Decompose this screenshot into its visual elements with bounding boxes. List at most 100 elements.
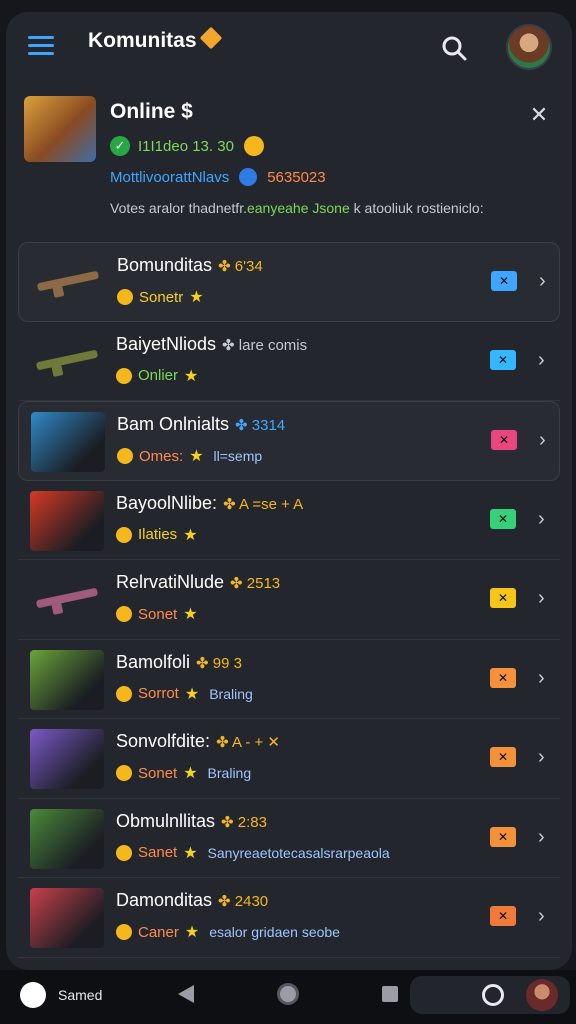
list-item-status: Ilaties	[138, 526, 178, 543]
list-item[interactable]: Obmulnllitas ✤ 2:83 Sanet ★ Sanyreaetotecasa…	[18, 799, 560, 878]
coin-icon	[116, 606, 132, 622]
recent-apps-icon[interactable]	[382, 986, 398, 1002]
back-icon[interactable]	[178, 985, 194, 1003]
chevron-right-icon[interactable]: ›	[538, 902, 552, 930]
list-item-tag[interactable]: ✕	[490, 906, 516, 926]
list-item-title-text: BayoolNlibe:	[116, 492, 218, 513]
list-item[interactable]: BayoolNlibe: ✤ A =se + A Ilaties ★ ✕ ›	[18, 481, 560, 560]
search-button[interactable]	[438, 32, 470, 64]
list-item-tag[interactable]: ✕	[491, 430, 517, 450]
nav-pill	[410, 976, 570, 1014]
chevron-right-icon[interactable]: ›	[538, 346, 552, 374]
community-list: Bomunditas ✤ 6'34 Sonetr ★ ✕ › BaiyetNliods ✤ l…	[18, 242, 560, 958]
list-item-title: BayoolNlibe: ✤ A =se + A	[116, 493, 303, 514]
user-avatar[interactable]	[506, 24, 552, 70]
star-icon: ★	[184, 924, 200, 941]
list-item[interactable]: Bamolfoli ✤ 99 3 Sorrot ★ Braling ✕ ›	[18, 640, 560, 719]
list-item-badge: ✤ A - + ✕	[216, 734, 280, 751]
coin-icon	[117, 289, 133, 305]
list-item-extra: Sanyreaetotecasalsrarpeaola	[207, 844, 390, 861]
list-item-tag[interactable]: ✕	[490, 747, 516, 767]
online-status-card: Online $ ✕ ✓ I1I1deo 13. 30 Mottlivoorat…	[20, 88, 560, 228]
chevron-right-icon[interactable]: ›	[538, 823, 552, 851]
coin-icon	[116, 844, 132, 861]
close-button[interactable]: ✕	[528, 104, 550, 126]
list-item-title: Bamolfoli ✤ 99 3	[116, 652, 242, 673]
list-item-title: BaiyetNliods ✤ lare comis	[116, 334, 307, 355]
list-item-title: Sonvolfdite: ✤ A - + ✕	[116, 731, 280, 752]
nav-brand[interactable]: Samed	[20, 982, 102, 1008]
list-item-title-text: Obmulnllitas	[116, 810, 216, 831]
list-item-tag[interactable]: ✕	[490, 508, 516, 529]
desc-tail: k atooliuk rostieniclo:	[349, 200, 484, 216]
list-item-subtitle: Sonetr ★	[117, 287, 204, 307]
list-item-status: Sonetr	[139, 288, 184, 306]
page-title: Komunitas	[88, 26, 222, 53]
chevron-right-icon[interactable]: ›	[539, 426, 553, 454]
list-item-title-text: Bam Onlnialts	[117, 414, 230, 434]
character-thumbnail	[31, 412, 105, 472]
list-item-badge: ✤ 99 3	[196, 654, 242, 672]
list-item[interactable]: Bomunditas ✤ 6'34 Sonetr ★ ✕ ›	[18, 242, 560, 322]
list-item-tag[interactable]: ✕	[490, 667, 516, 688]
list-item-title-text: Bamolfoli	[116, 651, 191, 672]
star-icon: ★	[183, 606, 198, 623]
list-item-subtitle: Sonet ★ Braling	[116, 763, 251, 783]
star-icon: ★	[184, 367, 199, 385]
desc-green: eanyeahe Jsone	[246, 200, 350, 216]
hamburger-menu-icon[interactable]	[28, 36, 54, 56]
list-item-tag[interactable]: ✕	[490, 349, 516, 370]
list-item-badge: ✤ A =se + A	[223, 495, 304, 513]
star-icon: ★	[189, 448, 204, 465]
list-item-extra: Braling	[207, 765, 252, 781]
star-icon: ★	[184, 685, 200, 703]
list-item-subtitle: Caner ★ esalor gridaen seobe	[116, 922, 340, 942]
coin-icon	[117, 448, 133, 464]
coin-icon	[243, 136, 264, 156]
list-item-badge: ✤ lare comis	[222, 336, 308, 354]
weapon-thumbnail	[30, 332, 104, 392]
list-item[interactable]: Sonvolfdite: ✤ A - + ✕ Sonet ★ Braling ✕ ›	[18, 719, 560, 799]
record-icon[interactable]	[482, 984, 504, 1006]
online-stat: I1I1deo 13. 30	[138, 137, 234, 155]
chevron-right-icon[interactable]: ›	[538, 584, 552, 612]
list-item-tag[interactable]: ✕	[491, 271, 517, 291]
list-item-status: Omes:	[139, 447, 184, 465]
online-title: Online $	[110, 100, 193, 123]
list-item-subtitle: Omes: ★ ll=semp	[117, 446, 262, 466]
weapon-thumbnail	[30, 570, 104, 630]
list-item-subtitle: Sanet ★ Sanyreaetotecasalsrarpeaola	[116, 843, 390, 863]
home-icon[interactable]	[277, 983, 299, 1005]
list-item-title: Damonditas ✤ 2430	[116, 890, 268, 911]
small-avatar[interactable]	[526, 979, 558, 1011]
list-item-extra: ll=semp	[213, 448, 263, 464]
list-item-tag[interactable]: ✕	[490, 826, 516, 847]
list-item-status: Sorrot	[138, 685, 179, 702]
list-item[interactable]: Bam Onlnialts ✤ 3314 Omes: ★ ll=semp ✕ ›	[18, 401, 560, 481]
list-item-subtitle: Onlier ★	[116, 366, 198, 386]
list-item-status: Onlier	[138, 367, 179, 384]
list-item-subtitle: Ilaties ★	[116, 525, 198, 545]
list-item[interactable]: RelrvatiNlude ✤ 2513 Sonet ★ ✕ ›	[18, 560, 560, 640]
list-item-title-text: Bomunditas	[117, 255, 213, 275]
gem-icon	[199, 26, 222, 50]
list-item-title: Obmulnllitas ✤ 2:83	[116, 811, 267, 832]
search-icon	[442, 36, 467, 61]
chevron-right-icon[interactable]: ›	[538, 743, 552, 771]
online-stat-row: ✓ I1I1deo 13. 30	[110, 136, 264, 156]
online-sub-blue: MottlivoorattNlavs	[110, 168, 230, 186]
list-item-title-text: Damonditas	[116, 890, 213, 910]
list-item[interactable]: BaiyetNliods ✤ lare comis Onlier ★ ✕ ›	[18, 322, 560, 401]
coin-icon	[116, 765, 132, 781]
chevron-right-icon[interactable]: ›	[539, 267, 553, 295]
list-item[interactable]: Damonditas ✤ 2430 Caner ★ esalor gridaen seo…	[18, 878, 560, 958]
chevron-right-icon[interactable]: ›	[538, 505, 552, 533]
check-icon: ✓	[110, 136, 130, 156]
star-icon: ★	[189, 289, 204, 306]
list-item-badge: ✤ 6'34	[218, 258, 263, 275]
list-item-title: RelrvatiNlude ✤ 2513	[116, 572, 280, 593]
chevron-right-icon[interactable]: ›	[538, 664, 552, 692]
list-item-tag[interactable]: ✕	[490, 588, 516, 608]
coin-icon	[116, 526, 132, 543]
brand-icon	[20, 982, 46, 1008]
